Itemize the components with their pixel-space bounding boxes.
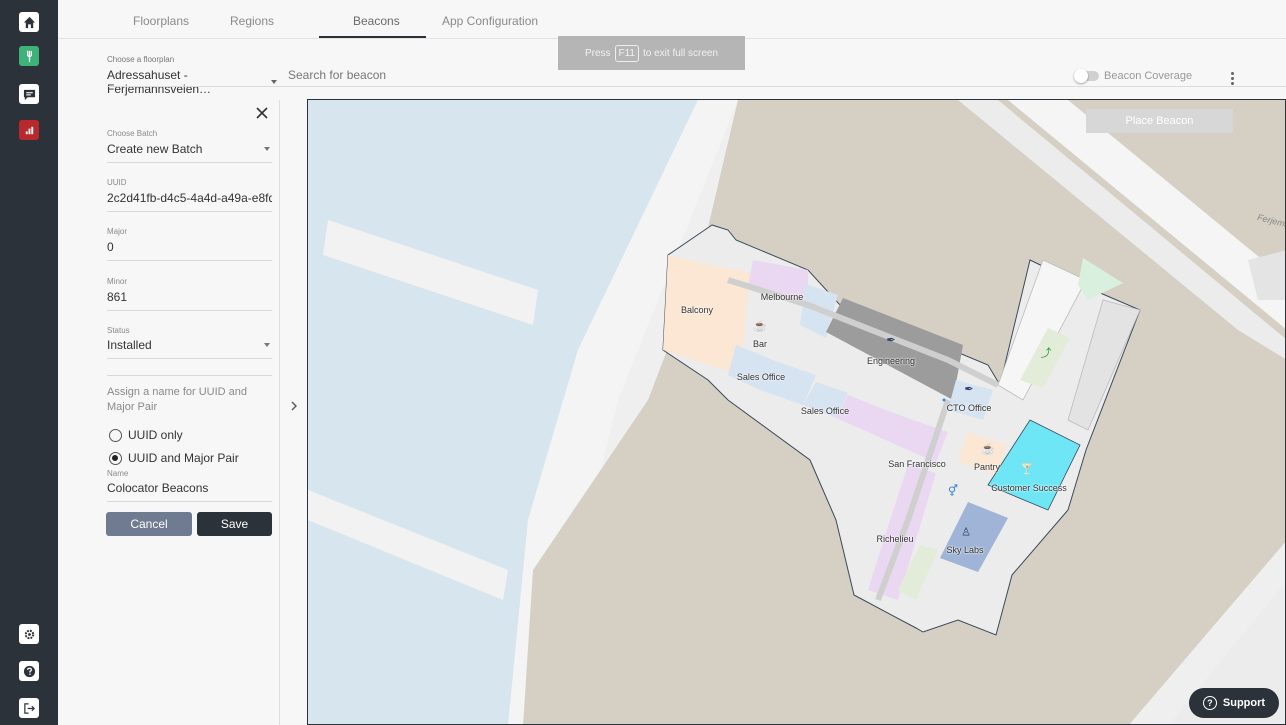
home-button[interactable] (19, 12, 39, 32)
save-button[interactable]: Save (197, 512, 272, 536)
major-field[interactable]: 0 (107, 240, 272, 261)
room-label: Sales Office (736, 372, 786, 382)
radio-circle-checked (109, 451, 122, 465)
support-button[interactable]: ? Support (1189, 688, 1279, 718)
app-root: Floorplans Regions Beacons App Configura… (0, 0, 1286, 725)
chat-icon (23, 89, 35, 100)
tab-beacons[interactable]: Beacons (353, 14, 400, 28)
uuid-label: UUID (107, 178, 127, 187)
settings-button[interactable] (19, 624, 39, 644)
collapse-panel-button[interactable] (281, 392, 307, 420)
batch-select-value: Create new Batch (107, 142, 203, 156)
stairs-icon: ⤴ (1040, 347, 1052, 360)
floorplan-select-value: Adressahuset - Ferjemannsveien… (107, 68, 212, 96)
home-icon (23, 16, 35, 28)
user-icon: ♙ (961, 526, 971, 539)
logout-icon (23, 702, 35, 714)
batch-label: Choose Batch (107, 129, 158, 138)
room-label: Sales Office (800, 406, 850, 416)
name-field[interactable]: Colocator Beacons (107, 481, 272, 502)
section-divider (107, 375, 272, 376)
assign-name-text: Assign a name for UUID and Major Pair (107, 386, 248, 413)
coffee-icon: ☕ (753, 320, 767, 333)
batch-select[interactable]: Create new Batch (107, 142, 272, 163)
radio-uuid-only[interactable]: UUID only (109, 428, 183, 442)
side-rail (0, 0, 58, 725)
more-options-button[interactable] (1224, 70, 1240, 86)
close-icon[interactable] (254, 105, 270, 121)
major-label: Major (107, 227, 128, 236)
cocktail-icon: 🍸 (1020, 463, 1034, 476)
gear-icon (24, 629, 34, 639)
dropdown-arrow-icon (264, 343, 270, 347)
tab-app-configuration[interactable]: App Configuration (442, 14, 538, 28)
beacons-app-button[interactable] (19, 46, 39, 66)
map-canvas (308, 100, 1285, 724)
beacon-coverage-label: Beacon Coverage (1104, 70, 1193, 82)
toggle-track (1074, 69, 1099, 83)
active-tab-indicator (319, 36, 426, 38)
chart-icon (25, 126, 33, 134)
floorplan-map[interactable]: Balcony Melbourne Bar Engineering Sales … (307, 99, 1286, 725)
room-label: Richelieu (876, 534, 914, 544)
radio-uuid-major-pair[interactable]: UUID and Major Pair (109, 451, 239, 465)
help-circle-icon: ? (1202, 696, 1217, 710)
beacon-form-panel: Choose Batch Create new Batch UUID 2c2d4… (80, 100, 280, 725)
place-beacon-button[interactable]: Place Beacon (1086, 109, 1233, 133)
pin-icon: ✒ (964, 383, 974, 396)
chevron-down-icon (271, 80, 277, 84)
status-select[interactable]: Installed (107, 338, 272, 359)
status-label: Status (107, 326, 130, 335)
cancel-button[interactable]: Cancel (106, 512, 192, 536)
fullscreen-notice-key: F11 (614, 44, 639, 62)
toolbar-divider (107, 86, 1286, 87)
fork-icon (26, 50, 32, 62)
radio-circle (109, 428, 122, 442)
messages-button[interactable] (19, 84, 39, 104)
minor-label: Minor (107, 277, 128, 286)
minor-field[interactable]: 861 (107, 290, 272, 311)
top-tabs: Floorplans Regions Beacons App Configura… (58, 0, 1286, 39)
room-label: San Francisco (888, 459, 946, 469)
room-label: Customer Success (991, 483, 1067, 493)
tab-floorplans[interactable]: Floorplans (133, 14, 189, 28)
toggle-knob (1074, 69, 1088, 83)
tab-regions[interactable]: Regions (230, 14, 274, 28)
room-label: Melbourne (760, 292, 804, 302)
room-label: Balcony (680, 305, 714, 315)
uuid-field[interactable]: 2c2d41fb-d4c5-4a4d-a49a-e8fd5c2 (107, 191, 272, 212)
beacon-dot (942, 398, 946, 402)
radio-uuid-only-label: UUID only (128, 428, 183, 442)
fullscreen-notice-prefix: Press (584, 47, 611, 59)
help-icon (23, 665, 35, 677)
fullscreen-notice-suffix: to exit full screen (643, 47, 719, 59)
room-label: Bar (752, 339, 768, 349)
room-label: CTO Office (946, 403, 992, 413)
status-select-value: Installed (107, 338, 152, 352)
coffee-icon: ☕ (981, 443, 995, 456)
support-label: Support (1222, 697, 1266, 709)
floorplan-select[interactable]: Adressahuset - Ferjemannsveien… (107, 68, 277, 96)
help-button[interactable] (19, 661, 39, 681)
restroom-icon: ⚥ (948, 485, 958, 498)
analytics-button[interactable] (19, 120, 39, 140)
fullscreen-notice: Press F11 to exit full screen (558, 36, 745, 70)
floorplan-label: Choose a floorplan (107, 55, 175, 64)
beacon-coverage-toggle[interactable]: Beacon Coverage (1074, 69, 1193, 83)
pin-icon: ✒ (886, 334, 896, 347)
chevron-right-icon (291, 401, 297, 411)
room-label: Sky Labs (946, 545, 984, 555)
room-label: Engineering (866, 356, 916, 366)
name-label: Name (107, 469, 129, 478)
logout-button[interactable] (19, 698, 39, 718)
dropdown-arrow-icon (264, 147, 270, 151)
room-label: Pantry (973, 462, 1001, 472)
radio-uuid-major-label: UUID and Major Pair (128, 451, 239, 465)
